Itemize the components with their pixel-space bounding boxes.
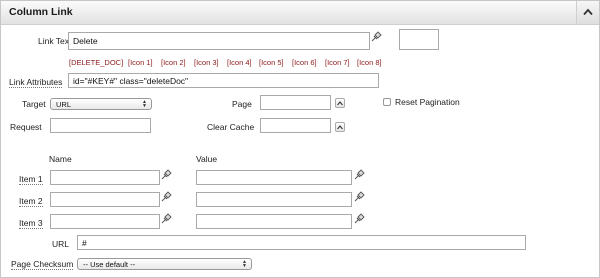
link-text-label: Link Text (38, 36, 72, 46)
item-3-label: Item 3 (19, 218, 43, 229)
pushpin-icon[interactable] (353, 191, 365, 203)
arrow-up-icon (337, 101, 343, 106)
item-1-name-input[interactable] (50, 170, 160, 185)
target-label: Target (22, 99, 46, 109)
reset-pagination-label: Reset Pagination (395, 97, 460, 107)
link-text-input[interactable]: Delete (68, 32, 370, 50)
pushpin-icon[interactable] (370, 31, 382, 43)
chevron-up-icon (583, 8, 593, 16)
request-input[interactable] (50, 118, 151, 133)
updown-arrows-icon: ▲ ▼ (142, 99, 147, 109)
request-label: Request (10, 122, 42, 132)
icon-preview-box (399, 29, 439, 50)
pushpin-icon[interactable] (160, 213, 172, 225)
substitution-link[interactable]: [Icon 4] (227, 58, 252, 67)
target-select-value: URL (56, 100, 72, 109)
panel-title: Column Link (9, 6, 73, 18)
substitution-link[interactable]: [Icon 7] (325, 58, 350, 67)
arrow-up-icon (337, 125, 343, 130)
page-checksum-select-value: -- Use default -- (83, 260, 136, 269)
item-1-label: Item 1 (19, 174, 43, 185)
link-attributes-input[interactable]: id="#KEY#" class="deleteDoc" (68, 73, 379, 88)
substitution-link[interactable]: [Icon 5] (259, 58, 284, 67)
items-name-header: Name (49, 154, 72, 164)
reset-pagination-checkbox[interactable] (383, 98, 391, 106)
page-lookup-button[interactable] (335, 98, 345, 108)
pushpin-icon[interactable] (160, 191, 172, 203)
page-label: Page (232, 99, 252, 109)
page-input[interactable] (260, 95, 331, 110)
item-3-value-input[interactable] (196, 214, 352, 229)
item-2-name-input[interactable] (50, 192, 160, 207)
substitution-link[interactable]: [Icon 8] (357, 58, 382, 67)
updown-arrows-icon: ▲ ▼ (242, 259, 247, 269)
item-1-value-input[interactable] (196, 170, 352, 185)
pushpin-icon[interactable] (160, 169, 172, 181)
item-3-name-input[interactable] (50, 214, 160, 229)
items-value-header: Value (196, 154, 218, 164)
substitution-link[interactable]: [DELETE_DOC] (69, 58, 123, 67)
substitution-link[interactable]: [Icon 6] (292, 58, 317, 67)
clear-cache-label: Clear Cache (207, 122, 255, 132)
item-2-label: Item 2 (19, 196, 43, 207)
clear-cache-input[interactable] (260, 118, 331, 133)
link-attributes-label: Link Attributes (9, 77, 63, 88)
page-checksum-label: Page Checksum (11, 259, 74, 270)
url-input[interactable]: # (77, 235, 526, 250)
target-select[interactable]: URL ▲ ▼ (50, 98, 152, 110)
url-label: URL (52, 239, 70, 249)
item-2-value-input[interactable] (196, 192, 352, 207)
substitution-link[interactable]: [Icon 2] (161, 58, 186, 67)
pushpin-icon[interactable] (353, 213, 365, 225)
substitution-link[interactable]: [Icon 1] (128, 58, 153, 67)
panel-header: Column Link (1, 1, 599, 25)
clear-cache-lookup-button[interactable] (335, 122, 345, 132)
substitution-link[interactable]: [Icon 3] (194, 58, 219, 67)
page-checksum-select[interactable]: -- Use default -- ▲ ▼ (77, 258, 252, 270)
collapse-button[interactable] (576, 1, 599, 24)
pushpin-icon[interactable] (353, 169, 365, 181)
